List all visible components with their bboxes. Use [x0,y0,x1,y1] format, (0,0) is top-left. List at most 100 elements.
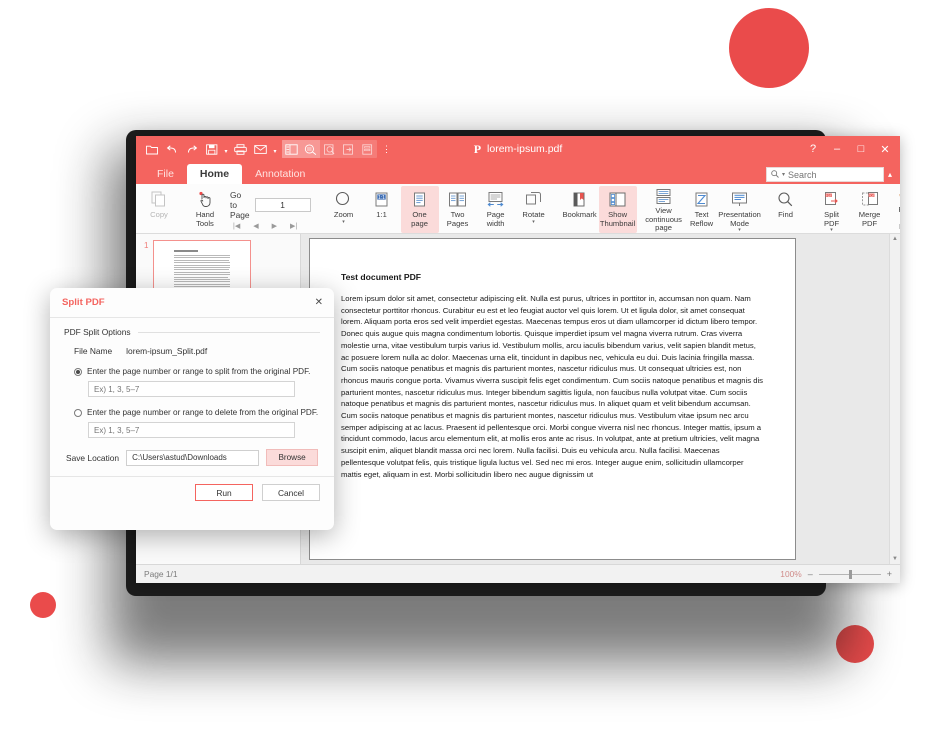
open-icon[interactable] [142,140,161,158]
next-page-icon[interactable]: ▶ [272,222,277,230]
delete-radio[interactable] [74,408,82,417]
print-icon[interactable] [231,140,250,158]
page-width-icon [486,188,505,210]
bookmark-label: Bookmark [562,210,597,219]
zoom-slider-handle[interactable] [848,569,852,579]
bookmark-button[interactable]: Bookmark [561,186,599,233]
split-option-row[interactable]: Enter the page number or range to split … [64,367,320,376]
view-continuous-page-button[interactable]: View continuous page [645,186,683,233]
split-pdf-label: Split PDF [823,210,840,228]
read-out-loud-icon [898,188,900,205]
scroll-down-icon[interactable]: ▼ [892,554,898,564]
decorative-circle-top [729,8,809,88]
show-thumbnail-button[interactable]: Show Thumbnail [598,186,637,233]
actual-size-label: 1:1 [376,210,387,219]
page-width-button[interactable]: Page width [477,186,515,233]
delete-range-input[interactable] [88,422,295,438]
email-dropdown-caret-icon[interactable]: ▾ [271,140,279,158]
one-page-button[interactable]: One page [400,186,439,233]
tab-file[interactable]: File [144,164,187,184]
search-dropdown-caret-icon[interactable]: ▾ [782,171,785,178]
zoom-out-button[interactable]: – [808,569,813,579]
document-pane: Test document PDF Lorem ipsum dolor sit … [301,234,900,564]
cancel-button[interactable]: Cancel [262,484,320,501]
read-out-loud-button[interactable]: Read Out Loud ▾ [889,186,900,233]
run-button[interactable]: Run [195,484,253,501]
zoom-slider[interactable] [818,569,881,579]
export-icon[interactable] [339,140,358,158]
search-area: ▾ ▴ [765,167,892,182]
search-box[interactable]: ▾ [765,167,884,182]
mini-text-line [174,276,229,278]
split-pdf-button[interactable]: PDF Split PDF ▾ [813,186,851,233]
page-navigation-row: |◀ ◀ ▶ ▶| [230,222,311,230]
bookmark-icon [571,188,588,210]
save-location-input[interactable] [126,449,260,466]
tab-home[interactable]: Home [186,164,243,184]
search-input[interactable] [788,169,879,180]
presentation-mode-button[interactable]: Presentation Mode ▾ [718,186,761,233]
split-range-input[interactable] [88,381,295,397]
zoom-button[interactable]: Zoom ▾ [325,186,363,233]
mini-text-line [174,266,231,268]
undo-icon[interactable] [162,140,181,158]
title-bar: ▾ ▾ ⋮ P lorem-ipsum.pdf ? – □ ✕ [136,136,900,162]
zoom-caret-icon[interactable]: ▾ [342,219,345,224]
two-pages-button[interactable]: Two Pages [439,186,477,233]
find-doc-icon[interactable] [320,140,339,158]
merge-pdf-button[interactable]: PDF Merge PDF [851,186,889,233]
rotate-caret-icon[interactable]: ▾ [532,219,535,224]
copy-label: Copy [150,210,168,219]
screenshot-root: ▾ ▾ ⋮ P lorem-ipsum.pdf ? – □ ✕ File Hom… [0,0,943,734]
presentation-mode-label: Presentation Mode [718,210,761,228]
find-button[interactable]: Find [767,186,805,233]
goto-page-input[interactable] [254,197,311,212]
close-button[interactable]: ✕ [874,138,896,160]
save-location-row: Save Location Browse [64,449,320,466]
ribbon-collapse-icon[interactable]: ▴ [888,170,892,179]
presentation-icon [730,188,749,210]
dialog-close-icon[interactable]: ✕ [315,297,323,308]
text-reflow-button[interactable]: Text Reflow [683,186,721,233]
zoom-in-button[interactable]: + [887,569,892,579]
rotate-button[interactable]: Rotate ▾ [515,186,553,233]
previous-page-icon[interactable]: ◀ [253,222,258,230]
form-icon[interactable] [358,140,377,158]
delete-option-row[interactable]: Enter the page number or range to delete… [64,408,320,417]
split-pdf-dialog: Split PDF ✕ PDF Split Options File Name … [50,288,334,530]
svg-text:1:1: 1:1 [378,194,385,200]
minimize-button[interactable]: – [826,138,848,160]
first-page-icon[interactable]: |◀ [233,222,240,230]
hand-tools-button[interactable]: Hand Tools [186,186,224,233]
mini-text-line [174,283,230,285]
vertical-scrollbar[interactable]: ▲ ▼ [889,234,900,564]
split-pdf-icon: PDF [823,188,841,210]
tab-annotation[interactable]: Annotation [242,164,318,184]
save-dropdown-caret-icon[interactable]: ▾ [222,140,230,158]
search-icon [771,169,779,180]
help-button[interactable]: ? [802,138,824,160]
convert-icon[interactable] [282,140,301,158]
options-legend-label: PDF Split Options [64,327,131,337]
actual-size-button[interactable]: 1:1 1:1 [363,186,401,233]
file-name-row: File Name lorem-ipsum_Split.pdf [64,346,320,356]
split-radio[interactable] [74,367,82,376]
maximize-button[interactable]: □ [850,138,872,160]
email-icon[interactable] [251,140,270,158]
ocr-icon[interactable] [301,140,320,158]
redo-icon[interactable] [182,140,201,158]
mini-title-line [174,250,199,252]
last-page-icon[interactable]: ▶| [290,222,297,230]
hand-tools-label: Hand Tools [195,210,215,228]
ribbon-toolbar: Copy Hand Tools Go to Page |◀ [136,184,900,234]
browse-button[interactable]: Browse [266,449,319,466]
save-icon[interactable] [202,140,221,158]
presentation-caret-icon[interactable]: ▾ [738,228,741,233]
quick-access-more-icon[interactable]: ⋮ [382,144,391,155]
zoom-controls: 100% – + [780,569,892,579]
find-icon [777,188,794,210]
copy-button[interactable]: Copy [140,186,178,233]
scroll-up-icon[interactable]: ▲ [892,234,898,244]
find-label: Find [778,210,793,219]
split-pdf-caret-icon[interactable]: ▾ [830,228,833,233]
